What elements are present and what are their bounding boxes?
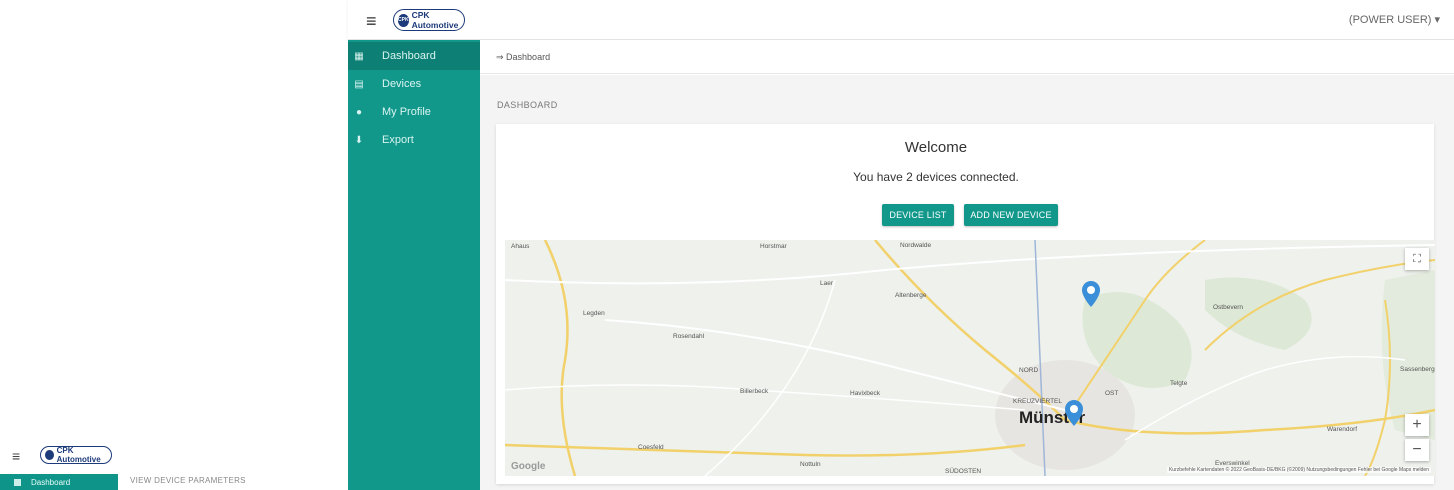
devices-icon: ▤ [354,78,364,90]
map-label-everswinkel: Everswinkel [1215,460,1250,467]
map-label-billerbeck: Billerbeck [740,388,769,395]
map-marker-icon[interactable] [1082,281,1100,307]
sidebar-item-my-profile[interactable]: ● My Profile [348,98,480,126]
sidebar-item-label: Devices [382,78,422,90]
sidebar: ▦ Dashboard ▤ Devices ● My Profile ⬇ Exp… [348,40,480,490]
devices-connected-text: You have 2 devices connected. [853,170,1019,184]
sidebar-item-label: Export [382,134,414,146]
map-label-sassenberg: Sassenberg [1400,366,1435,373]
welcome-title: Welcome [904,139,968,156]
map-label-ost: OST [1105,390,1119,397]
mini-menu-icon[interactable]: ≡ [12,448,20,464]
map-label-nord: NORD [1019,367,1039,374]
download-icon: ⬇ [354,134,364,146]
person-icon: ● [355,106,363,118]
map-label-horstmar: Horstmar [760,243,787,250]
sidebar-item-export[interactable]: ⬇ Export [348,126,480,154]
breadcrumb[interactable]: ⇒ Dashboard [496,52,550,63]
device-list-button[interactable]: DEVICE LIST [882,204,954,226]
menu-icon[interactable]: ≡ [366,11,377,32]
logo[interactable]: CPK CPK Automotive [393,9,465,31]
map-label-kreuzviertel: KREUZVIERTEL [1013,398,1063,405]
sidebar-item-devices[interactable]: ▤ Devices [348,70,480,98]
sidebar-item-label: My Profile [382,106,431,118]
dashboard-icon: ▦ [354,50,364,62]
zoom-in-button[interactable]: + [1405,414,1429,436]
map-label-telgte: Telgte [1170,380,1188,387]
map-label-sudosten: SÜDOSTEN [945,468,982,475]
fullscreen-icon[interactable]: ⛶ [1405,248,1429,270]
add-new-device-button[interactable]: ADD NEW DEVICE [964,204,1058,226]
map-attribution[interactable]: Kurzbefehle Kartendaten © 2022 GeoBasis-… [1166,467,1431,473]
top-bar [348,0,1454,40]
page-title: DASHBOARD [497,100,558,110]
zoom-out-button[interactable]: − [1405,439,1429,461]
map-label-rosendahl: Rosendahl [673,333,705,340]
user-menu[interactable]: (POWER USER) ▾ [1349,13,1440,26]
logo-text: CPK Automotive [411,10,459,30]
mini-breadcrumb: VIEW DEVICE PARAMETERS [130,476,246,485]
map-label-nottuln: Nottuln [800,461,821,468]
map-label-coesfeld: Coesfeld [638,444,664,451]
map-label-havixbeck: Havixbeck [850,390,880,397]
map-label-warendorf: Warendorf [1327,426,1358,433]
map-label-legden: Legden [583,310,605,317]
map-label-ostbevern: Ostbevern [1213,304,1243,311]
map-label-nordwalde: Nordwalde [900,242,932,249]
map-roads [505,240,1435,476]
breadcrumb-bar [480,40,1454,74]
map-label-altenberge: Altenberge [895,292,927,299]
map-label-laer: Laer [820,280,834,287]
map-label-ahaus: Ahaus [511,243,530,250]
mini-logo: CPK Automotive [40,446,112,464]
mini-logo-text: CPK Automotive [56,446,101,464]
mini-sidebar-label: Dashboard [31,478,71,487]
google-logo: Google [511,461,546,472]
sidebar-item-label: Dashboard [382,50,436,62]
mini-sidebar-item-dashboard[interactable]: Dashboard [0,474,118,490]
dashboard-icon [14,479,21,487]
sidebar-item-dashboard[interactable]: ▦ Dashboard [348,42,480,70]
map[interactable]: Ahaus Horstmar Nordwalde Laer Altenberge… [505,240,1435,476]
map-marker-icon[interactable] [1065,400,1083,426]
